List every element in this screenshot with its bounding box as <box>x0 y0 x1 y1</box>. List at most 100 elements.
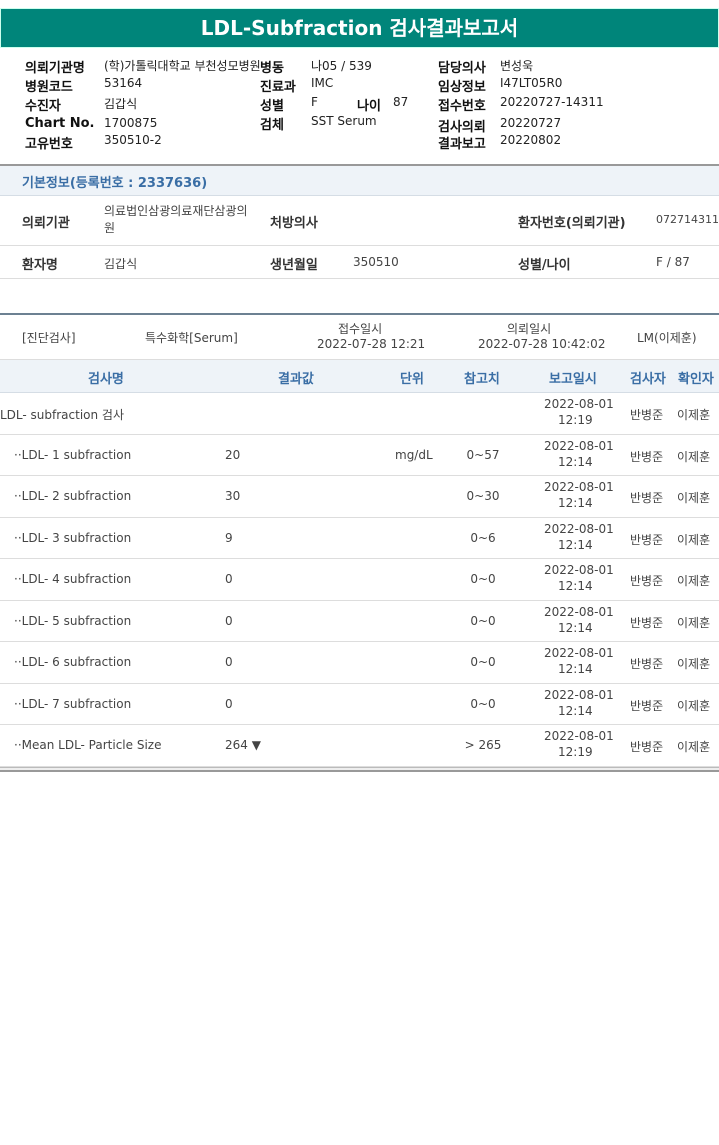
col-date: 보고일시 <box>549 372 597 387</box>
ward-label: 병동 <box>260 61 284 76</box>
tester: 반병준 <box>630 408 664 422</box>
name-value: 김갑식 <box>104 257 138 271</box>
test-name: LDL- subfraction 검사 <box>0 408 125 422</box>
col-value: 결과값 <box>278 372 314 387</box>
confirmer: 이제훈 <box>677 408 711 422</box>
confirmer: 이제훈 <box>677 449 711 464</box>
table-header: 검사명 결과값 단위 참고치 보고일시 검사자 확인자 <box>0 360 719 393</box>
dept-value: IMC <box>311 76 334 90</box>
result-value: 20 <box>225 447 241 462</box>
report-time: 12:19 <box>558 745 593 759</box>
report-time: 12:14 <box>558 703 593 718</box>
unit: mg/dL <box>395 447 433 462</box>
confirmer: 이제훈 <box>677 740 711 754</box>
report-time: 12:14 <box>558 579 593 593</box>
report-time: 12:14 <box>558 454 593 469</box>
reference-range: > 265 <box>464 738 502 752</box>
reference-range: 0~57 <box>466 447 500 462</box>
table-row: LDL- subfraction 검사 2022-08-01 12:19 반병준 이제훈 <box>0 393 719 435</box>
code-value: 53164 <box>104 76 143 90</box>
sexage-value: F / 87 <box>656 255 690 269</box>
tester: 반병준 <box>630 491 664 505</box>
pid-label: 환자번호(의뢰기관) <box>518 216 626 231</box>
report-date: 2022-08-01 <box>544 563 614 577</box>
age-label: 나이 <box>357 99 381 114</box>
report-date: 2022-08-01 <box>544 397 614 411</box>
doctor-value: 변성욱 <box>500 59 534 73</box>
confirmer: 이제훈 <box>677 532 711 547</box>
specimen-value: SST Serum <box>311 114 377 128</box>
sexage-label: 성별/나이 <box>518 258 571 273</box>
tester: 반병준 <box>630 532 664 547</box>
test-name: ··LDL- 1 subfraction <box>14 447 132 462</box>
test-name: ··LDL- 7 subfraction <box>14 696 132 711</box>
result-value: 0 <box>225 696 233 711</box>
chart-value: 1700875 <box>104 116 158 130</box>
table-row: ··LDL- 5 subfraction 0 0~0 2022-08-01 12:14 반… <box>0 601 719 642</box>
table-row: ··LDL- 7 subfraction 0 0~0 2022-08-01 12:14 반… <box>0 684 719 725</box>
tester: 반병준 <box>630 698 664 713</box>
receipt-label: 접수번호 <box>438 99 486 114</box>
receipt-time: 2022-07-28 12:21 <box>317 337 426 351</box>
exam-type: 특수화학[Serum] <box>145 331 238 345</box>
basic-row-1: 의뢰기관 의료법인삼광의료재단삼광의원 처방의사 환자번호(의뢰기관) 0727… <box>0 196 719 246</box>
inst-label: 의뢰기관 <box>22 216 70 231</box>
age-value: 87 <box>393 95 409 109</box>
confirmer: 이제훈 <box>677 698 711 713</box>
basic-info-header: 기본정보(등록번호 : 2337636) <box>0 166 719 196</box>
code-label: 병원코드 <box>25 80 73 95</box>
confirmer: 이제훈 <box>677 615 711 630</box>
dept-label: 진료과 <box>260 80 296 95</box>
tester: 반병준 <box>630 615 664 630</box>
birth-label: 생년월일 <box>270 258 318 273</box>
tester: 반병준 <box>630 740 664 754</box>
result-value: 0 <box>225 613 233 628</box>
uid-label: 고유번호 <box>25 137 73 152</box>
report-date: 2022-08-01 <box>544 480 614 494</box>
table-row: ··Mean LDL- Particle Size 264 ▼ > 265 2022-… <box>0 725 719 767</box>
birth-value: 350510 <box>353 255 399 269</box>
report-label: 결과보고 <box>438 137 486 152</box>
report-time: 12:14 <box>558 537 593 552</box>
test-name: ··LDL- 6 subfraction <box>14 655 132 669</box>
basic-row-2: 환자명 김갑식 생년월일 350510 성별/나이 F / 87 <box>0 246 719 279</box>
report-date: 2022-08-01 <box>544 729 614 743</box>
report-time: 12:14 <box>558 662 593 676</box>
clinical-value: I47LT05R0 <box>500 76 563 90</box>
hospital-value: (학)가톨릭대학교 부천성모병원 <box>104 59 261 73</box>
lab-name: LM(이제훈) <box>637 331 697 345</box>
result-value: 264 ▼ <box>225 738 261 752</box>
table-row: ··LDL- 2 subfraction 30 0~30 2022-08-01 12:1… <box>0 476 719 518</box>
col-name: 검사명 <box>88 372 124 387</box>
col-confirmer: 확인자 <box>678 372 714 387</box>
confirmer: 이제훈 <box>677 657 711 671</box>
pid-value: 072714311 <box>656 213 719 226</box>
table-row: ··LDL- 3 subfraction 9 0~6 2022-08-01 12:14 반… <box>0 518 719 559</box>
ward-value: 나05 / 539 <box>311 59 372 73</box>
doctor-label: 담당의사 <box>438 61 486 76</box>
table-row: ··LDL- 6 subfraction 0 0~0 2022-08-01 12:14 반… <box>0 642 719 684</box>
hospital-label: 의뢰기관명 <box>25 61 85 76</box>
report-date: 2022-08-01 <box>544 687 614 702</box>
report-date: 2022-08-01 <box>544 646 614 660</box>
report-date: 2022-08-01 <box>544 521 614 536</box>
confirmer: 이제훈 <box>677 574 711 588</box>
result-value: 9 <box>225 530 233 545</box>
specimen-label: 검체 <box>260 118 284 133</box>
table-bottom <box>0 767 719 772</box>
sex-value: F <box>311 95 318 109</box>
test-name: ··LDL- 5 subfraction <box>14 613 132 628</box>
report-date: 2022-08-01 <box>544 438 614 453</box>
col-tester: 검사자 <box>630 372 666 387</box>
basic-info-title: 기본정보(등록번호 : 2337636) <box>22 176 208 191</box>
patient-value: 김갑식 <box>104 97 138 111</box>
prescriber-label: 처방의사 <box>270 216 318 231</box>
result-value: 0 <box>225 572 233 586</box>
result-value: 0 <box>225 655 233 669</box>
receipt-time-label: 접수일시 <box>338 322 383 336</box>
request-value: 20220727 <box>500 116 562 130</box>
exam-info-row: [진단검사] 특수화학[Serum] 접수일시 2022-07-28 12:21… <box>0 315 719 360</box>
test-name: ··LDL- 3 subfraction <box>14 530 132 545</box>
report-date: 2022-08-01 <box>544 604 614 619</box>
table-row: ··LDL- 4 subfraction 0 0~0 2022-08-01 12:14 반… <box>0 559 719 601</box>
